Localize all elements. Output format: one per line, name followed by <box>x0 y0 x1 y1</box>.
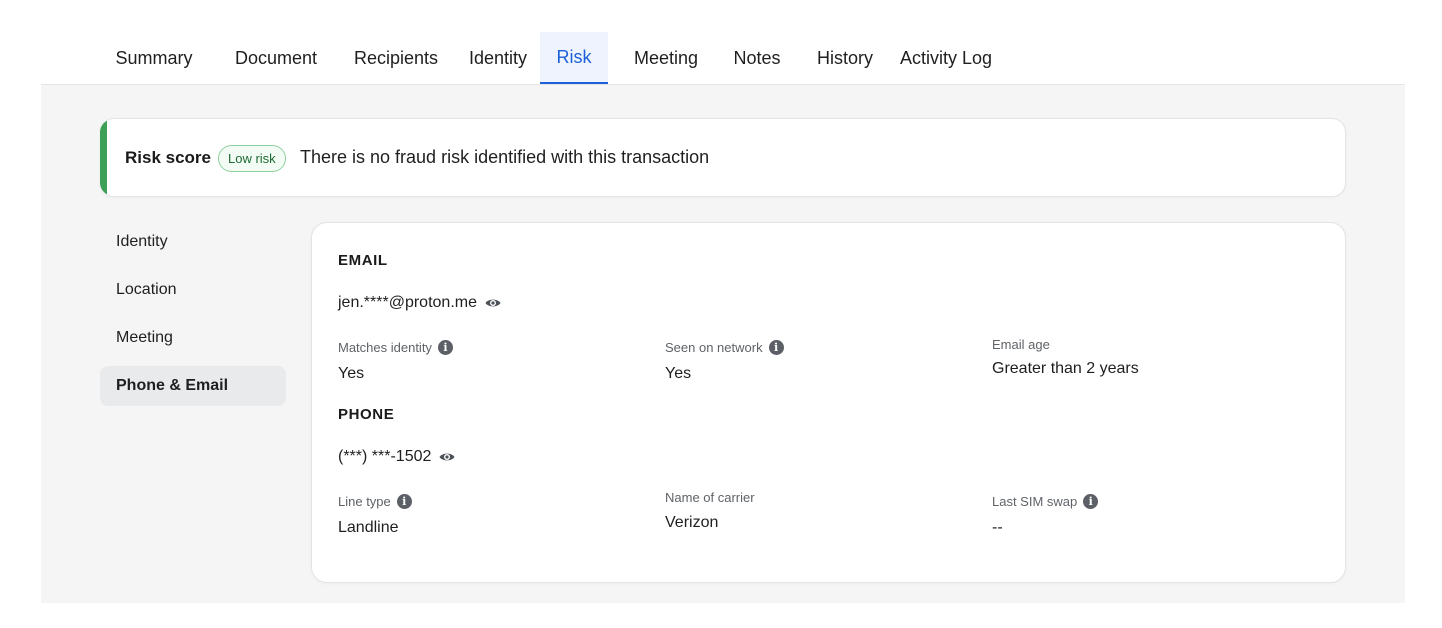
email-age-label: Email age <box>992 337 1050 352</box>
seen-on-network-label-text: Seen on network <box>665 340 763 355</box>
email-age-label-text: Email age <box>992 337 1050 352</box>
info-icon[interactable]: i <box>1083 494 1099 509</box>
tab-bar: Summary Document Recipients Identity Ris… <box>41 0 1405 85</box>
info-icon[interactable]: i <box>396 494 412 509</box>
tab-activity-log[interactable]: Activity Log <box>888 32 1004 84</box>
masked-email: jen.****@proton.me <box>338 294 477 311</box>
email-value-row: jen.****@proton.me <box>338 294 502 312</box>
phone-heading: PHONE <box>338 406 395 423</box>
carrier-label-text: Name of carrier <box>665 490 755 505</box>
line-type-value: Landline <box>338 519 399 536</box>
matches-identity-label: Matches identity i <box>338 340 453 355</box>
matches-identity-label-text: Matches identity <box>338 340 432 355</box>
phone-value-row: (***) ***-1502 <box>338 448 456 466</box>
seen-on-network-value: Yes <box>665 365 692 382</box>
carrier-value: Verizon <box>665 514 719 531</box>
risk-score-title: Risk score <box>125 148 211 167</box>
last-sim-swap-label: Last SIM swap i <box>992 494 1099 509</box>
masked-phone: (***) ***-1502 <box>338 448 432 465</box>
tab-notes[interactable]: Notes <box>717 32 797 84</box>
risk-content: Risk score Low risk There is no fraud ri… <box>41 85 1405 603</box>
phone-email-card: EMAIL jen.****@proton.me Matches identit… <box>311 222 1346 583</box>
risk-message: There is no fraud risk identified with t… <box>300 147 710 167</box>
risk-level-badge: Low risk <box>218 145 286 172</box>
carrier-label: Name of carrier <box>665 490 755 505</box>
sidebar-item-phone-email[interactable]: Phone & Email <box>100 366 286 406</box>
tab-risk[interactable]: Risk <box>540 32 608 84</box>
info-icon[interactable]: i <box>768 340 784 355</box>
tab-identity[interactable]: Identity <box>452 32 544 84</box>
sidebar-item-meeting[interactable]: Meeting <box>100 318 286 358</box>
last-sim-swap-value: -- <box>992 519 1003 536</box>
tab-history[interactable]: History <box>798 32 892 84</box>
tab-meeting[interactable]: Meeting <box>615 32 717 84</box>
tab-recipients[interactable]: Recipients <box>334 32 458 84</box>
info-icon[interactable]: i <box>437 340 453 355</box>
sidebar-item-identity[interactable]: Identity <box>100 222 286 262</box>
matches-identity-value: Yes <box>338 365 365 382</box>
risk-score-card: Risk score Low risk There is no fraud ri… <box>100 118 1346 197</box>
tab-document[interactable]: Document <box>217 32 335 84</box>
email-age-value: Greater than 2 years <box>992 360 1139 377</box>
sidebar-item-location[interactable]: Location <box>100 270 286 310</box>
tab-summary[interactable]: Summary <box>103 32 205 84</box>
eye-icon[interactable] <box>484 294 502 312</box>
seen-on-network-label: Seen on network i <box>665 340 784 355</box>
email-heading: EMAIL <box>338 252 388 269</box>
risk-accent-bar <box>100 119 107 196</box>
line-type-label: Line type i <box>338 494 412 509</box>
last-sim-swap-label-text: Last SIM swap <box>992 494 1078 509</box>
line-type-label-text: Line type <box>338 494 391 509</box>
eye-icon[interactable] <box>438 448 456 466</box>
